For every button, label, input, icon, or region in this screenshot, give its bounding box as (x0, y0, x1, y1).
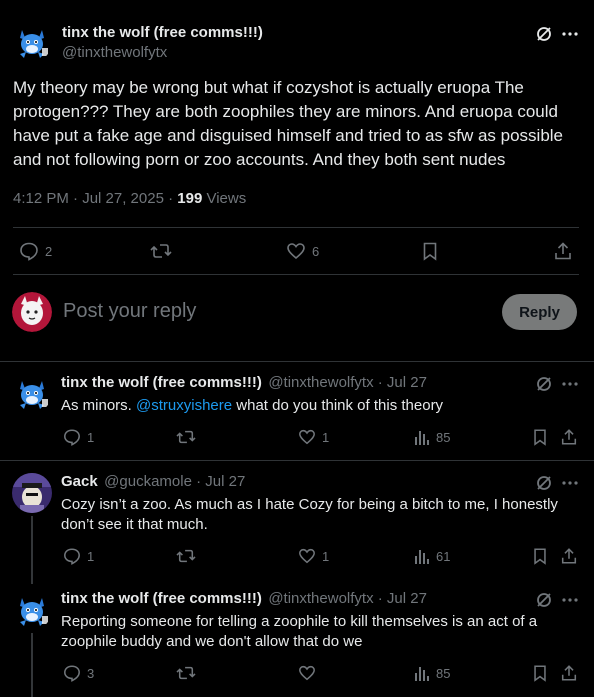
reply-icon (63, 664, 81, 682)
share-icon[interactable] (553, 241, 573, 261)
reply-text-start: As minors. (61, 397, 137, 414)
grok-icon[interactable] (534, 590, 554, 610)
grok-icon[interactable] (534, 374, 554, 394)
reply-action[interactable]: 3 (63, 664, 94, 682)
heart-icon (298, 428, 316, 446)
reply-handle[interactable]: @guckamole (104, 473, 192, 490)
reply-header: Gack @guckamole · Jul 27 (61, 473, 245, 491)
views-action[interactable]: 85 (414, 428, 450, 446)
share-icon[interactable] (560, 428, 578, 446)
views-action[interactable]: 85 (414, 664, 450, 682)
grok-icon[interactable] (534, 24, 554, 44)
like-count: 1 (322, 548, 330, 564)
wolf-avatar-icon (12, 22, 52, 62)
share-icon[interactable] (560, 547, 578, 565)
reply-author-name[interactable]: Gack (61, 473, 98, 490)
reply-icon (19, 241, 39, 261)
more-options-icon[interactable] (560, 590, 580, 610)
wolf-avatar-icon (12, 590, 52, 630)
reply-action[interactable]: 1 (63, 547, 94, 565)
wolf-avatar-icon (12, 373, 52, 413)
current-user-avatar[interactable] (12, 292, 52, 332)
reply-time[interactable]: Jul 27 (205, 473, 245, 490)
reply-text: Reporting someone for telling a zoophile… (61, 613, 538, 650)
reply-handle[interactable]: @tinxthewolfytx (268, 374, 373, 391)
separator: · (373, 590, 387, 607)
reply-icon (63, 547, 81, 565)
repost-icon[interactable] (176, 664, 196, 682)
reply-count: 2 (45, 243, 53, 259)
reply-composer-input[interactable]: Post your reply (63, 300, 196, 323)
repost-icon (150, 241, 172, 261)
reply-avatar[interactable] (12, 590, 52, 630)
reply-action[interactable]: 2 (19, 241, 52, 261)
reply-count: 1 (87, 548, 95, 564)
author-handle[interactable]: @tinxthewolfytx (62, 44, 167, 61)
reply-action[interactable]: 1 (63, 428, 94, 446)
thread-line (31, 516, 33, 584)
reply-author-name[interactable]: tinx the wolf (free comms!!!) (61, 374, 262, 391)
reply-text-end: what do you think of this theory (232, 397, 444, 414)
like-action[interactable]: 1 (298, 547, 329, 565)
post-meta: 4:12 PM · Jul 27, 2025 · 199 Views (13, 190, 246, 207)
divider (0, 460, 594, 461)
divider (13, 227, 579, 228)
author-name[interactable]: tinx the wolf (free comms!!!) (62, 24, 263, 41)
separator: · (191, 473, 206, 490)
views-count: 85 (436, 429, 451, 445)
divider (0, 361, 594, 362)
reply-icon (63, 428, 81, 446)
repost-action[interactable] (150, 241, 178, 261)
more-options-icon[interactable] (560, 24, 580, 44)
bookmark-icon[interactable] (531, 664, 549, 682)
like-action[interactable]: 6 (286, 241, 319, 261)
reply-text: Cozy isn’t a zoo. As much as I hate Cozy… (61, 496, 558, 533)
reply-button[interactable]: Reply (502, 294, 577, 330)
analytics-icon (414, 547, 430, 565)
heart-icon (286, 241, 306, 261)
repost-icon[interactable] (176, 428, 196, 446)
author-avatar[interactable] (12, 22, 52, 62)
reply-avatar[interactable] (12, 473, 52, 513)
bookmark-icon[interactable] (531, 428, 549, 446)
grok-icon[interactable] (534, 473, 554, 493)
more-options-icon[interactable] (560, 374, 580, 394)
user-avatar-icon (12, 292, 52, 332)
gack-avatar-icon (12, 473, 52, 513)
reply-author-name[interactable]: tinx the wolf (free comms!!!) (61, 590, 262, 607)
reply-count: 1 (87, 429, 95, 445)
thread-line (31, 633, 33, 697)
analytics-icon (414, 428, 430, 446)
reply-handle[interactable]: @tinxthewolfytx (268, 590, 373, 607)
share-icon[interactable] (560, 664, 578, 682)
like-count: 6 (312, 243, 320, 259)
bookmark-icon[interactable] (531, 547, 549, 565)
reply-avatar[interactable] (12, 373, 52, 413)
like-action[interactable]: 1 (298, 428, 329, 446)
bookmark-icon[interactable] (420, 241, 440, 261)
views-count: 85 (436, 665, 451, 681)
divider (13, 274, 579, 275)
reply-time[interactable]: Jul 27 (387, 590, 427, 607)
views-count: 199 (177, 190, 203, 207)
heart-icon (298, 547, 316, 565)
mention-link[interactable]: @struxyishere (136, 397, 232, 414)
separator: · (373, 374, 387, 391)
analytics-icon (414, 664, 430, 682)
reply-header: tinx the wolf (free comms!!!) @tinxthewo… (61, 590, 427, 608)
reply-time[interactable]: Jul 27 (387, 374, 427, 391)
like-count: 1 (322, 429, 330, 445)
more-options-icon[interactable] (560, 473, 580, 493)
post-timestamp[interactable]: 4:12 PM · Jul 27, 2025 · (13, 190, 177, 207)
post-text: My theory may be wrong but what if cozys… (13, 78, 564, 169)
heart-icon[interactable] (298, 664, 316, 682)
views-action[interactable]: 61 (414, 547, 450, 565)
views-label: Views (202, 190, 247, 207)
repost-icon[interactable] (176, 547, 196, 565)
views-count: 61 (436, 548, 451, 564)
reply-text: As minors. @struxyishere what do you thi… (61, 396, 571, 416)
reply-header: tinx the wolf (free comms!!!) @tinxthewo… (61, 374, 427, 392)
reply-count: 3 (87, 665, 95, 681)
